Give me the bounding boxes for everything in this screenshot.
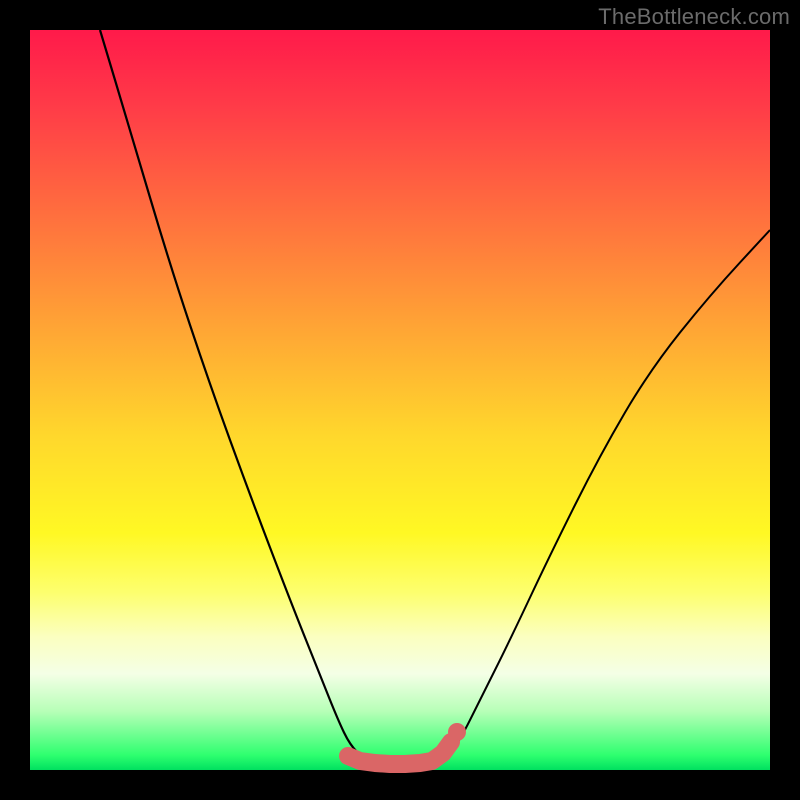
plot-area: [30, 30, 770, 770]
curve-right-path: [445, 230, 770, 760]
marker-band: [348, 742, 451, 764]
marker-dot: [448, 723, 466, 741]
curve-left-path: [100, 30, 365, 760]
curve-svg: [30, 30, 770, 770]
watermark-text: TheBottleneck.com: [598, 4, 790, 30]
bottom-markers: [348, 723, 466, 764]
